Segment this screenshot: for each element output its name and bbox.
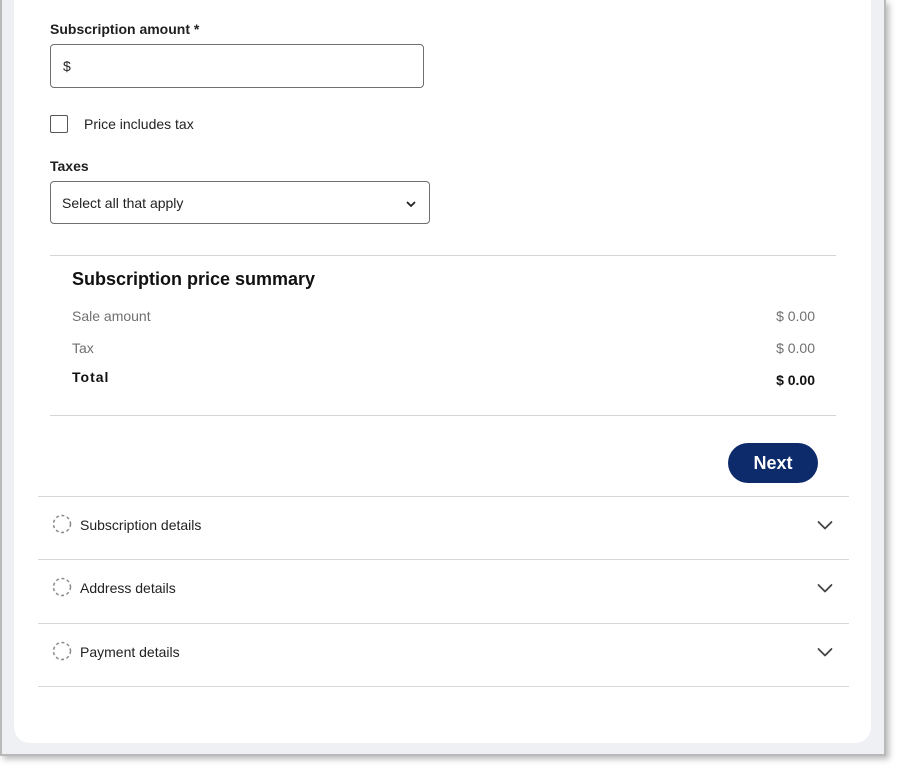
price-summary: Subscription price summary Sale amount $… [50,255,836,416]
sale-amount-label: Sale amount [72,308,151,324]
subscription-amount-input[interactable]: $ [50,44,424,88]
taxes-label: Taxes [50,158,89,174]
next-button[interactable]: Next [728,443,818,483]
chevron-down-icon [817,581,833,600]
currency-prefix: $ [63,58,71,74]
tax-value: $ 0.00 [776,340,815,356]
accordion-payment-details[interactable]: Payment details [38,623,849,687]
accordion-label: Address details [80,580,176,596]
chevron-down-icon [817,645,833,664]
taxes-select-value: Select all that apply [62,194,184,211]
price-includes-tax-label[interactable]: Price includes tax [84,116,194,132]
dashed-circle-icon [52,641,72,666]
subscription-form-card: Subscription amount * $ Price includes t… [14,0,871,743]
accordion-address-details[interactable]: Address details [38,559,849,623]
total-value: $ 0.00 [776,372,815,388]
window-frame: Subscription amount * $ Price includes t… [0,0,886,756]
subscription-amount-label: Subscription amount * [50,21,200,37]
price-includes-tax-checkbox[interactable] [50,115,68,133]
dashed-circle-icon [52,514,72,539]
accordion-subscription-details[interactable]: Subscription details [38,496,849,560]
accordion-label: Payment details [80,644,180,660]
total-label: Total [72,369,110,385]
chevron-down-icon [405,197,417,213]
dashed-circle-icon [52,577,72,602]
tax-label: Tax [72,340,94,356]
accordion-label: Subscription details [80,517,202,533]
summary-title: Subscription price summary [72,269,316,289]
sale-amount-value: $ 0.00 [776,308,815,324]
chevron-down-icon [817,518,833,537]
taxes-select[interactable]: Select all that apply [50,181,430,224]
